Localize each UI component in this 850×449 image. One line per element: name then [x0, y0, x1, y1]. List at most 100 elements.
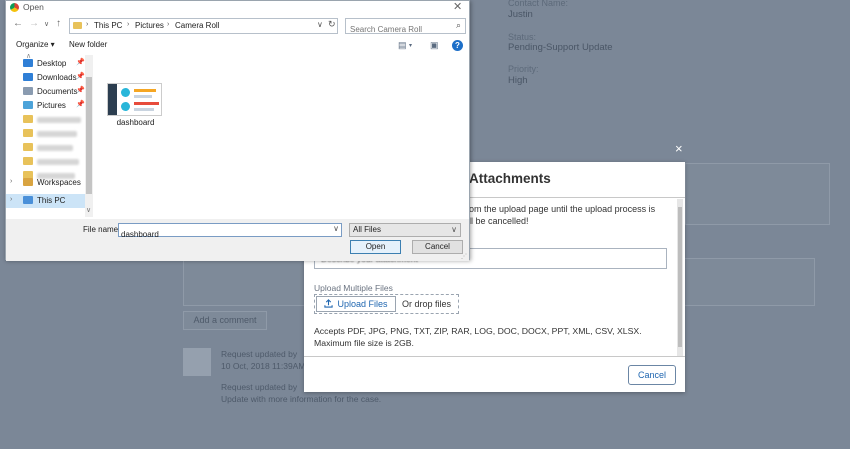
sidebar-item-folder[interactable]: [6, 155, 85, 169]
sidebar-item-folder[interactable]: [6, 127, 85, 141]
search-field[interactable]: ⌕: [345, 18, 466, 37]
file-name-field[interactable]: ∨: [118, 223, 342, 241]
folder-icon: [23, 157, 33, 165]
nav-scrollbar-thumb[interactable]: [86, 77, 92, 194]
refresh-icon[interactable]: ↻: [328, 19, 336, 30]
navigation-pane: ∧ Desktop 📌 Downloads 📌 Documents 📌 Pict…: [6, 53, 93, 218]
chevron-right-icon[interactable]: ›: [167, 21, 169, 28]
upload-dropzone[interactable]: Upload Files Or drop files: [314, 294, 459, 314]
downloads-icon: [23, 73, 33, 81]
modal-cancel-button[interactable]: Cancel: [628, 365, 676, 385]
file-name-dropdown-icon[interactable]: ∨: [333, 224, 339, 233]
open-file-dialog: Open ✕ ← → ∨ ↑ › This PC › Pictures › Ca…: [5, 0, 470, 261]
expand-chevron-icon[interactable]: ›: [10, 196, 12, 203]
modal-title: Attachments: [469, 171, 551, 186]
pin-icon: 📌: [76, 87, 85, 94]
chevron-right-icon[interactable]: ›: [127, 21, 129, 28]
workspaces-icon: [23, 178, 33, 186]
new-folder-button[interactable]: New folder: [69, 40, 107, 49]
contact-name-label: Contact Name:: [508, 0, 569, 8]
sidebar-item-folder[interactable]: [6, 113, 85, 127]
search-input[interactable]: [346, 22, 446, 37]
upload-warning: om the upload page until the upload proc…: [469, 203, 679, 227]
sidebar-item-this-pc[interactable]: › This PC: [6, 194, 85, 208]
up-arrow-icon[interactable]: ↑: [56, 18, 61, 29]
priority-value: High: [508, 75, 528, 86]
accepted-file-types: Accepts PDF, JPG, PNG, TXT, ZIP, RAR, LO…: [314, 326, 642, 348]
dialog-navbar: ← → ∨ ↑ › This PC › Pictures › Camera Ro…: [6, 17, 469, 37]
recent-dropdown-icon[interactable]: ∨: [44, 20, 49, 28]
dialog-toolbar: Organize ▾ New folder ▤ ▾ ▣ ?: [6, 39, 469, 53]
upload-files-button[interactable]: Upload Files: [316, 296, 396, 312]
sidebar-item-workspaces[interactable]: › Workspaces: [6, 176, 85, 190]
breadcrumb-camera-roll[interactable]: Camera Roll: [175, 21, 219, 30]
sidebar-item-label: Pictures: [37, 101, 66, 110]
address-dropdown-icon[interactable]: ∨: [317, 20, 323, 29]
pin-icon: 📌: [76, 101, 85, 108]
upload-multiple-label: Upload Multiple Files: [314, 283, 393, 293]
add-comment-button[interactable]: Add a comment: [183, 311, 267, 330]
help-icon[interactable]: ?: [452, 40, 463, 51]
forward-arrow-icon[interactable]: →: [29, 18, 39, 29]
address-bar[interactable]: › This PC › Pictures › Camera Roll ∨ ↻: [69, 18, 338, 34]
file-list: dashboard: [96, 55, 470, 218]
chevron-down-icon[interactable]: ∨: [451, 224, 457, 236]
chevron-down-icon[interactable]: ∨: [86, 206, 91, 214]
modal-footer-divider: [304, 356, 685, 357]
comment-item: Request updated by 10 Oct, 2018 11:39AM: [221, 348, 305, 372]
cancel-button[interactable]: Cancel: [412, 240, 463, 254]
folder-icon: [23, 143, 33, 151]
breadcrumb-this-pc[interactable]: This PC: [94, 21, 122, 30]
modal-scrollbar-thumb[interactable]: [678, 207, 682, 347]
folder-icon: [23, 129, 33, 137]
folder-icon: [23, 115, 33, 123]
priority-label: Priority:: [508, 64, 539, 74]
drop-files-text: Or drop files: [402, 299, 452, 309]
sidebar-item-label: Documents: [37, 87, 78, 96]
organize-button[interactable]: Organize ▾: [16, 40, 55, 49]
open-button[interactable]: Open: [350, 240, 401, 254]
back-arrow-icon[interactable]: ←: [13, 18, 23, 29]
side-panel: [685, 163, 830, 225]
redacted-label: [37, 145, 73, 151]
chevron-right-icon[interactable]: ›: [86, 21, 88, 28]
documents-icon: [23, 87, 33, 95]
image-thumbnail: [107, 83, 162, 116]
sidebar-item-documents[interactable]: Documents 📌: [6, 85, 85, 99]
chrome-icon: [10, 3, 19, 12]
redacted-label: [37, 159, 79, 165]
preview-pane-icon[interactable]: ▣: [430, 40, 439, 51]
dialog-footer: File name: ∨ All Files ∨ Open Cancel ⋰: [6, 219, 469, 261]
sidebar-item-label: Workspaces: [37, 178, 81, 187]
expand-chevron-icon[interactable]: ›: [10, 178, 12, 185]
file-item[interactable]: dashboard: [106, 81, 176, 131]
sidebar-item-folder[interactable]: [6, 141, 85, 155]
upload-icon: [324, 298, 334, 310]
view-dropdown-icon[interactable]: ▾: [409, 42, 412, 49]
sidebar-item-downloads[interactable]: Downloads 📌: [6, 71, 85, 85]
sidebar-item-pictures[interactable]: Pictures 📌: [6, 99, 85, 113]
modal-close-icon[interactable]: ×: [675, 141, 683, 156]
status-value: Pending-Support Update: [508, 42, 613, 53]
file-name-input[interactable]: [119, 228, 324, 241]
dialog-title: Open: [23, 2, 44, 12]
resize-grip-icon[interactable]: ⋰: [461, 253, 467, 260]
redacted-label: [37, 131, 77, 137]
comment-body: Update with more information for the cas…: [221, 394, 382, 404]
upload-warning-line: om the upload page until the upload proc…: [469, 204, 656, 214]
file-type-select[interactable]: All Files ∨: [349, 223, 461, 237]
file-type-value: All Files: [353, 225, 382, 234]
comment-timestamp: 10 Oct, 2018 11:39AM: [221, 361, 306, 371]
view-options-icon[interactable]: ▤: [398, 40, 407, 51]
search-icon[interactable]: ⌕: [456, 20, 461, 31]
sidebar-item-label: Downloads: [37, 73, 77, 82]
sidebar-item-desktop[interactable]: Desktop 📌: [6, 57, 85, 71]
file-name-label: File name:: [83, 225, 121, 234]
dialog-close-icon[interactable]: ✕: [453, 0, 462, 13]
sidebar-item-label: Desktop: [37, 59, 67, 68]
breadcrumb-pictures[interactable]: Pictures: [135, 21, 164, 30]
comment-author: Request updated by: [221, 349, 298, 359]
avatar: [183, 348, 211, 376]
contact-name-value: Justin: [508, 9, 533, 20]
status-label: Status:: [508, 32, 537, 42]
